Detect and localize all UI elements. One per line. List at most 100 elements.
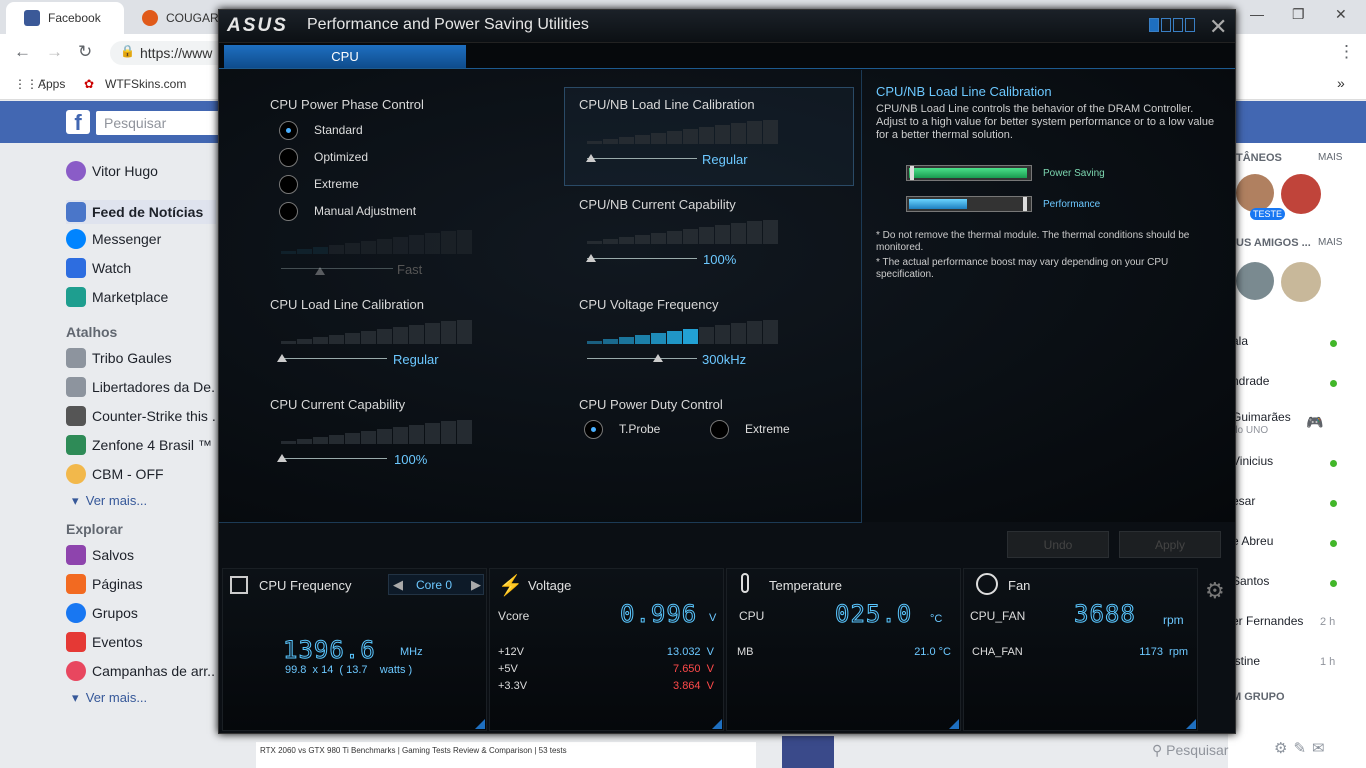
settings-gear-icon[interactable]: ⚙	[1205, 578, 1225, 604]
apply-button[interactable]: Apply	[1119, 531, 1221, 558]
tab-cougar[interactable]: COUGAR	[124, 2, 224, 34]
view-tile-icon[interactable]	[1185, 18, 1195, 32]
url-input[interactable]: 🔒 https://www	[110, 41, 230, 65]
profile-link[interactable]: Vitor Hugo	[66, 161, 216, 181]
cpu-temp-unit: °C	[930, 613, 943, 625]
explore-item[interactable]: Eventos	[66, 632, 216, 652]
nb-llc-slider-track[interactable]	[587, 158, 697, 159]
close-window-icon[interactable]: ✕	[1335, 6, 1347, 23]
shortcut-item[interactable]: CBM - OFF	[66, 464, 216, 484]
chrome-menu-icon[interactable]: ⋮	[1338, 42, 1355, 62]
undo-button[interactable]: Undo	[1007, 531, 1109, 558]
gamepad-icon: 🎮	[1306, 414, 1324, 430]
shortcut-item[interactable]: Zenfone 4 Brasil ™	[66, 435, 216, 455]
radio-manual-adjustment[interactable]	[279, 202, 298, 221]
asus-titlebar: ASUS Performance and Power Saving Utilit…	[219, 10, 1235, 43]
note-1: * Do not remove the thermal module. The …	[876, 230, 1190, 253]
chat-contact[interactable]: istine	[1232, 654, 1260, 668]
nb-cc-slider-track[interactable]	[587, 258, 697, 259]
video-caption[interactable]: RTX 2060 vs GTX 980 Ti Benchmarks | Gami…	[256, 742, 756, 768]
avatar[interactable]	[1236, 174, 1274, 212]
cpu-cc-slider-thumb[interactable]	[277, 454, 287, 462]
expand-corner-icon[interactable]	[949, 719, 959, 729]
fan-panel: Fan CPU_FAN 3688 rpm CHA_FAN 1173 rpm	[963, 568, 1198, 731]
core-prev-icon[interactable]: ◀	[393, 577, 403, 593]
nb-cc-slider-thumb[interactable]	[586, 254, 596, 262]
bookmark-apps[interactable]: Apps	[38, 77, 65, 91]
back-icon[interactable]: ←	[14, 42, 31, 62]
cougar-favicon	[142, 10, 158, 26]
expand-corner-icon[interactable]	[475, 719, 485, 729]
app-icon	[66, 435, 86, 455]
core-selector[interactable]: ◀ Core 0 ▶	[388, 574, 484, 595]
expand-corner-icon[interactable]	[712, 719, 722, 729]
expand-corner-icon[interactable]	[1186, 719, 1196, 729]
explore-item[interactable]: Campanhas de arr...	[66, 661, 216, 681]
nav-marketplace[interactable]: Marketplace	[66, 287, 216, 307]
chat-search-input[interactable]: ⚲ Pesquisar	[1152, 742, 1228, 759]
nb-cc-value: 100%	[703, 252, 737, 267]
facebook-logo[interactable]: f	[66, 110, 90, 135]
cpu-frequency-title: CPU Frequency	[259, 578, 352, 593]
nav-news-feed[interactable]: Feed de Notícias	[66, 200, 216, 224]
bookmark-wtfskins[interactable]: WTFSkins.com	[105, 77, 186, 91]
tab-facebook[interactable]: Facebook	[6, 2, 124, 34]
explore-item[interactable]: Salvos	[66, 545, 216, 565]
view-tile-icon[interactable]	[1149, 18, 1159, 32]
close-icon[interactable]: ✕	[1209, 14, 1227, 40]
radio-optimized[interactable]	[279, 148, 298, 167]
radio-tprobe[interactable]	[584, 420, 603, 439]
marketplace-icon	[66, 287, 86, 307]
forward-icon[interactable]: →	[46, 42, 63, 62]
maximize-icon[interactable]: ❐	[1292, 6, 1305, 23]
vfreq-value: 300kHz	[702, 352, 747, 367]
see-more-explore[interactable]: ▾ Ver mais...	[72, 690, 147, 706]
nb-llc-bars	[587, 120, 778, 144]
core-next-icon[interactable]: ▶	[471, 577, 481, 593]
radio-label: Extreme	[314, 177, 359, 191]
divider	[219, 522, 862, 523]
chat-contact[interactable]: ndrade	[1232, 374, 1269, 388]
facebook-search-input[interactable]: Pesquisar	[96, 111, 226, 135]
cpu-cc-slider-track[interactable]	[281, 458, 387, 459]
chat-contact[interactable]: Vinicius	[1232, 454, 1273, 468]
chat-contact[interactable]: e Abreu	[1232, 534, 1273, 548]
temperature-panel: Temperature CPU 025.0 °C MB 21.0 °C	[726, 568, 961, 731]
chat-contact[interactable]: Guimarães	[1232, 410, 1291, 424]
radio-duty-extreme[interactable]	[710, 420, 729, 439]
shortcut-item[interactable]: Tribo Gaules	[66, 348, 216, 368]
chat-contact[interactable]: Santos	[1232, 574, 1269, 588]
phase-slider-track[interactable]	[281, 268, 393, 269]
explore-item[interactable]: Grupos	[66, 603, 216, 623]
cpu-llc-slider-thumb[interactable]	[277, 354, 287, 362]
nav-watch[interactable]: Watch	[66, 258, 216, 278]
radio-extreme[interactable]	[279, 175, 298, 194]
bookmarks-overflow-icon[interactable]: »	[1337, 75, 1345, 91]
phase-slider-thumb[interactable]	[315, 267, 325, 275]
avatar[interactable]	[1281, 262, 1321, 302]
reload-icon[interactable]: ↻	[78, 42, 92, 62]
nb-llc-slider-thumb[interactable]	[586, 154, 596, 162]
avatar[interactable]	[1236, 262, 1274, 300]
shortcut-item[interactable]: Counter-Strike this ...	[66, 406, 216, 426]
avatar[interactable]	[1281, 174, 1321, 214]
contacts-more-link[interactable]: MAIS	[1318, 152, 1342, 163]
view-tile-icon[interactable]	[1173, 18, 1183, 32]
vfreq-slider-thumb[interactable]	[653, 354, 663, 362]
radio-standard[interactable]	[279, 121, 298, 140]
vfreq-slider-track[interactable]	[587, 358, 697, 359]
view-tile-icon[interactable]	[1161, 18, 1171, 32]
nav-label: Feed de Notícias	[92, 204, 204, 220]
friends-more-link[interactable]: MAIS	[1318, 237, 1342, 248]
video-thumbnail[interactable]	[782, 736, 834, 768]
shortcut-item[interactable]: Libertadores da De...	[66, 377, 216, 397]
tab-cpu[interactable]: CPU	[224, 45, 466, 68]
cpu-llc-slider-track[interactable]	[281, 358, 387, 359]
nav-messenger[interactable]: Messenger	[66, 229, 216, 249]
minimize-icon[interactable]: —	[1250, 6, 1264, 22]
see-more-shortcuts[interactable]: ▾ Ver mais...	[72, 493, 147, 509]
explore-item[interactable]: Páginas	[66, 574, 216, 594]
asus-logo: ASUS	[227, 15, 288, 36]
chat-contact[interactable]: er Fernandes	[1232, 614, 1303, 628]
chat-settings-icons[interactable]: ⚙✎✉	[1274, 739, 1331, 757]
